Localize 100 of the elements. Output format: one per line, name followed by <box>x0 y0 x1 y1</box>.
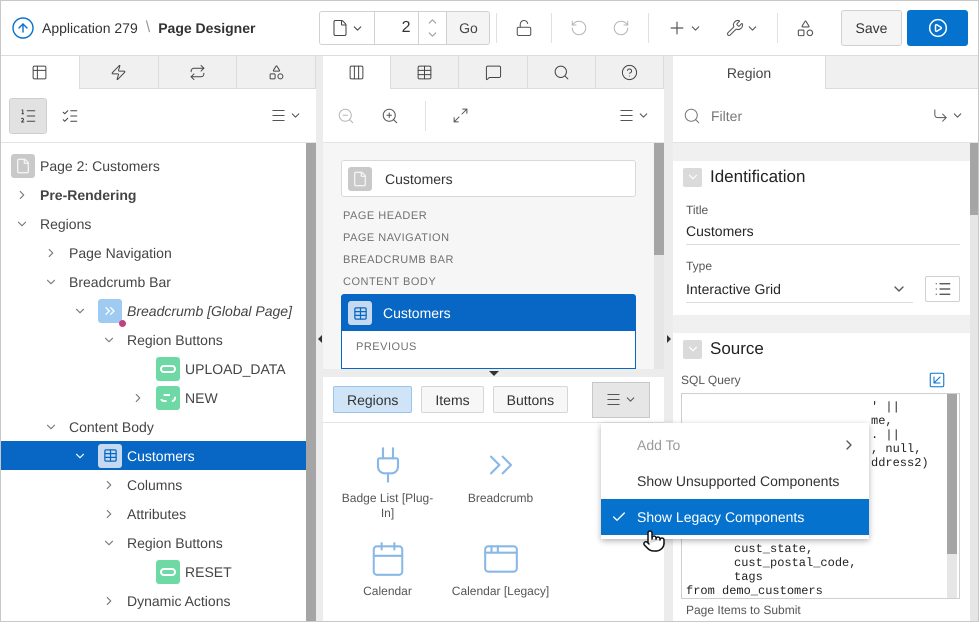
comments-icon <box>484 64 502 80</box>
tree-node[interactable]: RESET <box>1 557 306 586</box>
run-button[interactable] <box>907 10 968 46</box>
component-label[interactable]: Badge List [Plug-In] <box>338 491 438 521</box>
code-line: , null, <box>871 442 922 456</box>
button-icon <box>156 560 180 584</box>
processing-icon <box>188 64 206 80</box>
grid-layout-icon <box>416 64 434 80</box>
button-icon <box>156 386 180 410</box>
rendering-icon <box>31 64 48 81</box>
code-line: ' || <box>871 400 900 414</box>
region-title: Customers <box>383 305 451 321</box>
code-line: me, <box>871 414 893 428</box>
tree-node[interactable]: Page 2: Customers <box>1 151 306 180</box>
ordered-list-toggle[interactable] <box>9 98 47 134</box>
grid-icon <box>348 301 372 325</box>
section-label: PAGE HEADER <box>343 209 428 224</box>
page-icon <box>330 19 349 37</box>
zoom-out-icon <box>337 106 355 124</box>
component-label[interactable]: Calendar [Legacy] <box>450 584 550 599</box>
section-title: Source <box>710 339 764 359</box>
scrollbar[interactable] <box>970 143 978 621</box>
breadcrumb-separator: \ <box>146 19 150 37</box>
filter-tab[interactable]: Items <box>421 386 484 413</box>
page-title: Page Designer <box>158 20 256 36</box>
section-title: Identification <box>710 167 806 187</box>
play-icon <box>928 18 948 38</box>
dynamic-actions-icon <box>110 64 128 80</box>
tree-node[interactable]: Attributes <box>1 499 306 528</box>
tree-node[interactable]: UPLOAD_DATA <box>1 354 306 383</box>
menu-icon <box>605 391 622 408</box>
section-label: CONTENT BODY <box>343 275 438 290</box>
code-line: from demo_customers <box>686 584 823 598</box>
rendering-tab[interactable] <box>1 56 80 89</box>
wrench-icon <box>726 19 744 37</box>
tree-node[interactable]: NEW <box>1 383 306 412</box>
region-position-label: PREVIOUS <box>355 340 418 355</box>
numbered-list-icon <box>19 106 37 124</box>
app-link[interactable]: Application 279 <box>42 20 138 36</box>
scrollbar[interactable] <box>654 143 664 369</box>
type-select[interactable]: Interactive Grid <box>686 275 913 303</box>
tree-node[interactable]: Pre-Rendering <box>1 180 306 209</box>
field-label: Type <box>686 259 714 273</box>
field-label: SQL Query <box>681 373 741 387</box>
tree-node[interactable]: Columns <box>1 470 306 499</box>
arrow-icon <box>932 107 949 124</box>
field-label: Title <box>686 203 710 217</box>
shared-components-icon <box>268 64 285 80</box>
section-label: BREADCRUMB BAR <box>343 253 455 268</box>
menu-button[interactable] <box>592 382 650 418</box>
list-icon <box>934 280 952 298</box>
layout-tab[interactable] <box>323 56 392 89</box>
page-icon <box>11 154 35 178</box>
filter-tab[interactable]: Buttons <box>492 386 568 413</box>
tree-node[interactable]: Region Buttons <box>1 325 306 354</box>
button-icon <box>156 356 180 380</box>
tree-node[interactable]: Region Buttons <box>1 528 306 557</box>
tree-node[interactable]: Content Body <box>1 412 306 441</box>
menu-item[interactable]: Show Legacy Components <box>601 499 869 535</box>
scrollbar[interactable] <box>947 394 957 598</box>
filter-tab[interactable]: Regions <box>333 386 412 413</box>
tree-node[interactable]: Regions <box>1 209 306 238</box>
code-line: ddress2) <box>871 456 929 470</box>
region-card[interactable]: Customers PREVIOUS <box>341 294 636 369</box>
go-button[interactable]: Go <box>447 12 490 44</box>
menu-item[interactable]: Show Unsupported Components <box>601 463 869 499</box>
tree-node[interactable]: Dynamic Actions <box>1 586 306 615</box>
collapse-down-icon[interactable] <box>488 370 498 376</box>
section-label: PAGE NAVIGATION <box>343 231 451 246</box>
undo-icon <box>570 19 588 37</box>
code-line: tags <box>734 570 763 584</box>
save-button[interactable]: Save <box>841 10 902 46</box>
zoom-in-icon <box>381 106 399 124</box>
search-icon <box>683 106 701 124</box>
menu-icon <box>270 107 287 124</box>
list-button[interactable] <box>925 276 960 302</box>
code-line: cust_state, <box>734 542 814 556</box>
region-tab[interactable]: Region <box>673 56 826 89</box>
search-icon <box>552 64 570 80</box>
scrollbar[interactable] <box>306 143 316 621</box>
grid-icon <box>98 444 122 468</box>
layout-icon <box>348 64 366 81</box>
open-editor-icon[interactable] <box>928 371 946 389</box>
tree-node[interactable]: Breadcrumb Bar <box>1 267 306 296</box>
tree-node[interactable]: Customers <box>1 441 306 470</box>
tree-node[interactable]: Page Navigation <box>1 238 306 267</box>
page-selector-button[interactable] <box>320 12 376 44</box>
component-label[interactable]: Breadcrumb <box>450 491 550 506</box>
tree-node[interactable]: Breadcrumb [Global Page] <box>1 296 306 325</box>
page-card[interactable]: Customers <box>341 160 636 197</box>
redo-icon <box>612 19 630 37</box>
field-label: Page Items to Submit <box>686 603 802 617</box>
help-icon <box>620 64 638 80</box>
page-icon <box>348 166 372 190</box>
component-label[interactable]: Calendar <box>338 584 438 599</box>
splitter-handle[interactable] <box>316 56 323 621</box>
code-line: . || <box>871 428 900 442</box>
title-field[interactable]: Customers <box>686 217 960 245</box>
code-line: cust_postal_code, <box>734 556 856 570</box>
menu-icon <box>618 107 635 124</box>
